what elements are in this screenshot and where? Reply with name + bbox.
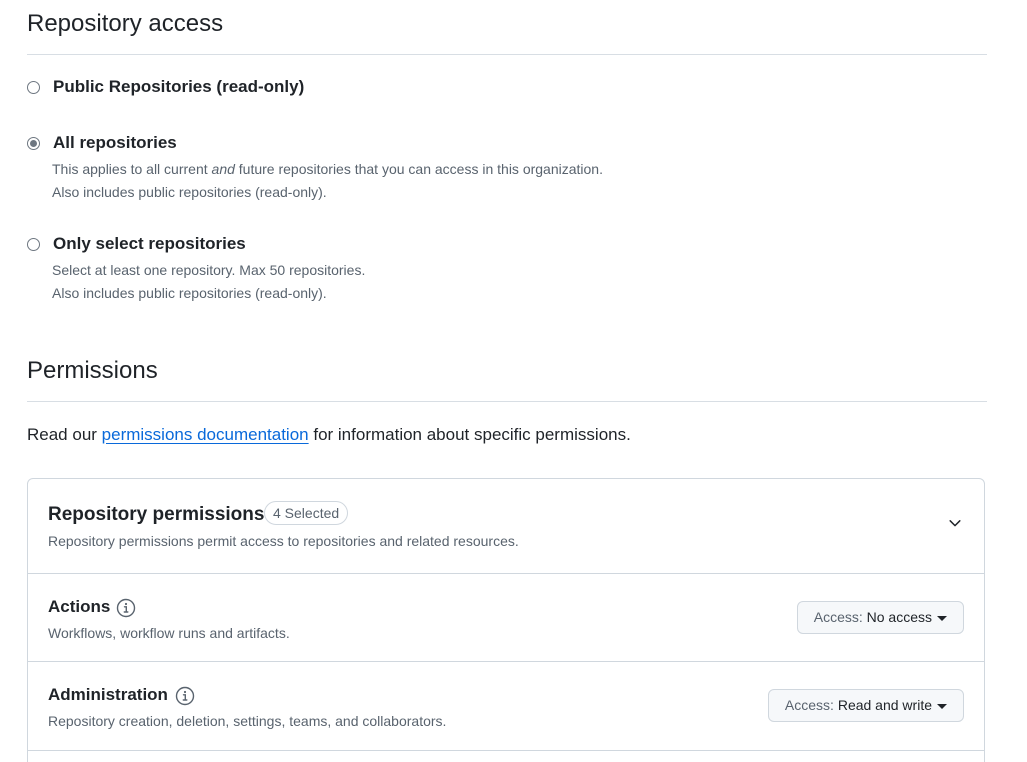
- access-dropdown-button[interactable]: Access: No access: [796, 601, 964, 634]
- permission-description: Repository creation, deletion, settings,…: [48, 713, 447, 729]
- repository-permissions-header[interactable]: Repository permissions 4 Selected Reposi…: [28, 479, 984, 574]
- access-dropdown-button[interactable]: Access: Read and write: [767, 689, 964, 722]
- permission-row-actions: Actions Workflows, workflow runs and art…: [28, 574, 984, 662]
- repository-access-heading: Repository access: [27, 10, 987, 55]
- radio-note: Select at least one repository. Max 50 r…: [52, 262, 366, 278]
- radio-label[interactable]: All repositories: [53, 133, 177, 153]
- permissions-heading: Permissions: [27, 357, 987, 402]
- radio-button[interactable]: [27, 238, 40, 251]
- info-icon[interactable]: [175, 686, 195, 706]
- triangle-down-icon: [937, 615, 947, 621]
- access-value: Read and write: [837, 697, 932, 713]
- permissions-documentation-link[interactable]: permissions documentation: [102, 425, 309, 444]
- access-prefix: Access:: [813, 609, 867, 625]
- page: Repository access Public Repositories (r…: [0, 0, 1027, 762]
- access-prefix: Access:: [784, 697, 838, 713]
- triangle-down-icon: [937, 703, 947, 709]
- panel-title: Repository permissions: [48, 504, 265, 525]
- chevron-down-icon[interactable]: [948, 516, 962, 530]
- permission-row-administration: Administration Repository creation, dele…: [28, 662, 984, 751]
- selected-count-badge: 4 Selected: [264, 501, 349, 525]
- info-icon[interactable]: [116, 598, 136, 618]
- permission-name: Actions: [48, 597, 111, 616]
- radio-label[interactable]: Public Repositories (read-only): [53, 77, 304, 97]
- permission-description: Workflows, workflow runs and artifacts.: [48, 625, 290, 641]
- access-value: No access: [866, 609, 932, 625]
- radio-button[interactable]: [27, 81, 40, 94]
- permission-name: Administration: [48, 685, 168, 704]
- radio-label[interactable]: Only select repositories: [53, 234, 246, 254]
- radio-note: Also includes public repositories (read-…: [52, 184, 327, 200]
- radio-button-checked[interactable]: [27, 137, 40, 150]
- permissions-intro: Read our permissions documentation for i…: [27, 425, 631, 444]
- panel-description: Repository permissions permit access to …: [48, 533, 519, 549]
- repository-permissions-panel: Repository permissions 4 Selected Reposi…: [27, 478, 985, 762]
- radio-note: This applies to all current and future r…: [52, 161, 603, 177]
- radio-note: Also includes public repositories (read-…: [52, 285, 327, 301]
